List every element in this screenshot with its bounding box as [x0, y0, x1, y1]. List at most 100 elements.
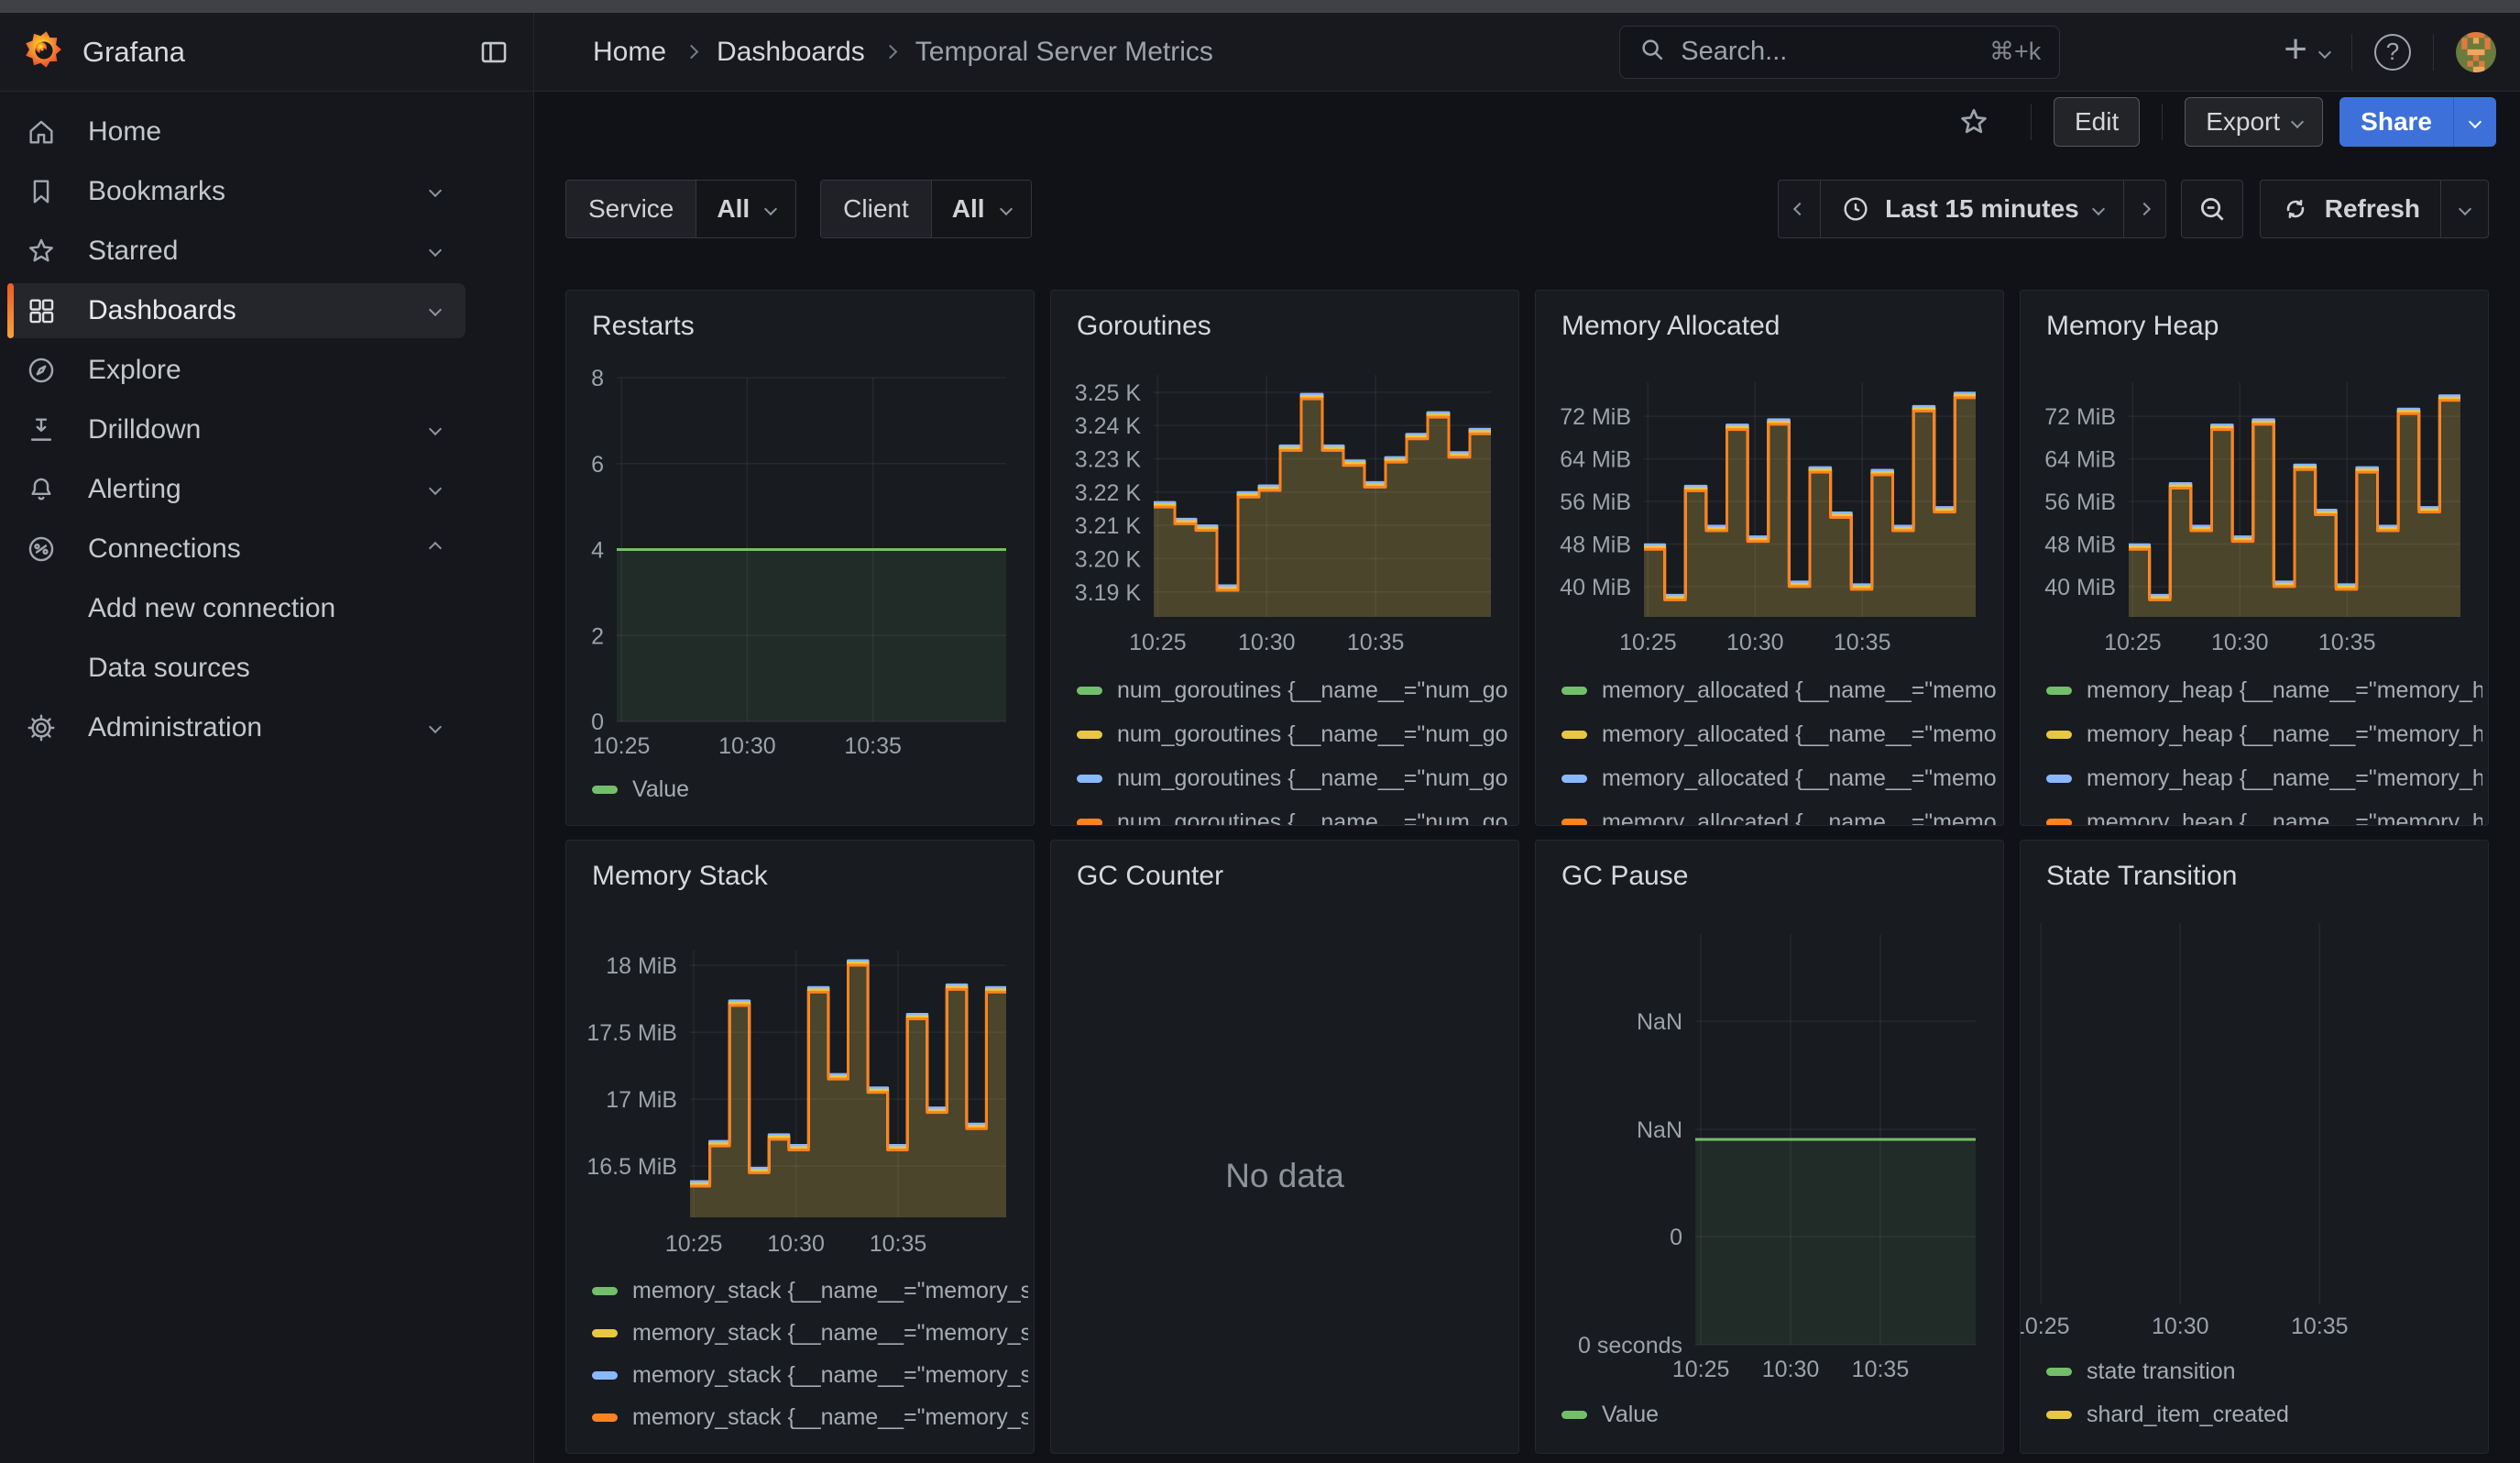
breadcrumb-separator-icon: [685, 45, 699, 60]
legend-item[interactable]: memory_stack {__name__="memory_s: [592, 1354, 1028, 1396]
svg-text:10:25: 10:25: [665, 1231, 723, 1257]
sidebar-item-data-sources[interactable]: Data sources: [7, 641, 466, 696]
search-input[interactable]: Search... ⌘+k: [1619, 26, 2060, 79]
legend-series-label: memory_allocated {__name__="memo: [1602, 677, 1997, 704]
chevron-up-icon[interactable]: [431, 541, 440, 557]
panel-legend: Value: [592, 767, 1028, 811]
time-range-button[interactable]: Last 15 minutes: [1821, 181, 2123, 237]
sidebar-item-label: Drilldown: [88, 414, 201, 446]
client-filter-label: Client: [821, 181, 932, 237]
grafana-logo-icon[interactable]: [24, 30, 62, 73]
chevron-down-icon[interactable]: [431, 481, 440, 498]
share-button[interactable]: Share: [2339, 97, 2453, 147]
legend-item[interactable]: memory_heap {__name__="memory_h: [2046, 712, 2482, 756]
legend-item[interactable]: shard_item_created: [2046, 1393, 2482, 1436]
add-new-button[interactable]: +: [2284, 35, 2329, 70]
filter-row: Service All Client All: [534, 180, 2520, 238]
edit-button[interactable]: Edit: [2054, 97, 2140, 147]
panel-goroutines: Goroutines10:2510:3010:353.25 K3.24 K3.2…: [1050, 290, 1519, 826]
service-filter-value[interactable]: All: [696, 181, 795, 237]
legend-item[interactable]: num_goroutines {__name__="num_go: [1077, 712, 1513, 756]
legend-series-color: [1561, 775, 1587, 783]
svg-text:10:30: 10:30: [1762, 1357, 1820, 1382]
time-range-picker: Last 15 minutes: [1778, 180, 2166, 238]
chevron-down-icon[interactable]: [431, 422, 440, 438]
svg-text:0: 0: [591, 710, 604, 735]
breadcrumb-home[interactable]: Home: [593, 37, 666, 68]
chart-svg-gc-pause[interactable]: 10:2510:3010:35NaNNaN00 seconds: [1536, 841, 2003, 1453]
panel-state-transition: State Transition10:2510:3010:35state tra…: [2020, 840, 2489, 1454]
legend-item[interactable]: state transition: [2046, 1350, 2482, 1393]
sidebar-item-bookmarks[interactable]: Bookmarks: [7, 164, 466, 219]
sidebar-item-label: Starred: [88, 236, 178, 267]
time-shift-forward-button[interactable]: [2123, 181, 2165, 237]
sidebar-item-alerting[interactable]: Alerting: [7, 462, 466, 517]
legend-item[interactable]: Value: [1561, 1392, 1998, 1436]
svg-text:10:25: 10:25: [1672, 1357, 1730, 1382]
sidebar-item-home[interactable]: Home: [7, 104, 466, 160]
sidebar-item-administration[interactable]: Administration: [7, 700, 466, 755]
legend-series-color: [1077, 819, 1102, 827]
sidebar-item-add-new-connection[interactable]: Add new connection: [7, 581, 466, 636]
chevron-down-icon[interactable]: [431, 243, 440, 259]
svg-text:72 MiB: 72 MiB: [2044, 404, 2116, 430]
export-button[interactable]: Export: [2185, 97, 2323, 147]
legend-series-color: [2046, 1411, 2072, 1419]
svg-text:10:35: 10:35: [844, 733, 902, 759]
chart-svg-restarts[interactable]: 10:2510:3010:3586420: [566, 291, 1034, 825]
panel-legend: memory_allocated {__name__="memomemory_a…: [1561, 668, 1998, 826]
breadcrumb-dashboards[interactable]: Dashboards: [717, 37, 865, 68]
favorite-star-icon[interactable]: [1957, 105, 1990, 138]
sidebar-item-dashboards[interactable]: Dashboards: [7, 283, 466, 338]
help-icon[interactable]: ?: [2374, 34, 2411, 71]
legend-item[interactable]: memory_heap {__name__="memory_h: [2046, 668, 2482, 712]
legend-item[interactable]: num_goroutines {__name__="num_go: [1077, 756, 1513, 800]
legend-item[interactable]: memory_allocated {__name__="memo: [1561, 800, 1998, 826]
divider: [2162, 104, 2163, 140]
panel-title[interactable]: GC Counter: [1077, 861, 1223, 892]
time-shift-back-button[interactable]: [1779, 181, 1821, 237]
chevron-down-icon[interactable]: [431, 183, 440, 200]
compass-icon: [26, 355, 57, 386]
sidebar-item-explore[interactable]: Explore: [7, 343, 466, 398]
client-filter-value[interactable]: All: [932, 181, 1031, 237]
chevron-down-icon: [2291, 116, 2304, 128]
window-top-strip: [0, 0, 2520, 13]
chevron-down-icon[interactable]: [431, 302, 440, 319]
legend-series-label: state transition: [2087, 1358, 2236, 1385]
sidebar-item-drilldown[interactable]: Drilldown: [7, 402, 466, 457]
legend-item[interactable]: memory_allocated {__name__="memo: [1561, 668, 1998, 712]
legend-item[interactable]: memory_heap {__name__="memory_h: [2046, 800, 2482, 826]
legend-item[interactable]: memory_allocated {__name__="memo: [1561, 756, 1998, 800]
chevron-down-icon: [764, 203, 777, 215]
legend-item[interactable]: num_goroutines {__name__="num_go: [1077, 668, 1513, 712]
legend-item[interactable]: Value: [592, 767, 1028, 811]
share-dropdown-button[interactable]: [2453, 97, 2496, 147]
svg-text:10:30: 10:30: [1726, 630, 1784, 655]
svg-text:2: 2: [591, 623, 604, 649]
svg-text:10:35: 10:35: [1834, 630, 1891, 655]
svg-text:10:30: 10:30: [1238, 630, 1296, 655]
chevron-down-icon[interactable]: [431, 720, 440, 736]
legend-series-label: memory_heap {__name__="memory_h: [2087, 809, 2482, 827]
legend-item[interactable]: memory_stack {__name__="memory_s: [592, 1396, 1028, 1438]
panel-memory-stack: Memory Stack10:2510:3010:3518 MiB17.5 Mi…: [565, 840, 1035, 1454]
svg-text:64 MiB: 64 MiB: [1560, 447, 1631, 473]
sidebar-item-connections[interactable]: Connections: [7, 522, 466, 577]
sidebar-toggle-icon[interactable]: [478, 37, 509, 68]
legend-item[interactable]: memory_stack {__name__="memory_s: [592, 1270, 1028, 1312]
legend-series-color: [1561, 1411, 1587, 1419]
refresh-button[interactable]: Refresh: [2261, 181, 2440, 237]
legend-series-label: memory_allocated {__name__="memo: [1602, 721, 1997, 748]
legend-item[interactable]: memory_stack {__name__="memory_s: [592, 1312, 1028, 1354]
sidebar-item-starred[interactable]: Starred: [7, 224, 466, 279]
legend-series-label: memory_heap {__name__="memory_h: [2087, 721, 2482, 748]
legend-item[interactable]: num_goroutines {__name__="num_go: [1077, 800, 1513, 826]
legend-item[interactable]: memory_allocated {__name__="memo: [1561, 712, 1998, 756]
legend-item[interactable]: memory_heap {__name__="memory_h: [2046, 756, 2482, 800]
svg-text:48 MiB: 48 MiB: [1560, 532, 1631, 557]
refresh-interval-dropdown[interactable]: [2440, 181, 2488, 237]
avatar[interactable]: [2456, 32, 2496, 72]
zoom-out-button[interactable]: [2181, 180, 2243, 238]
legend-series-label: Value: [1602, 1402, 1659, 1428]
